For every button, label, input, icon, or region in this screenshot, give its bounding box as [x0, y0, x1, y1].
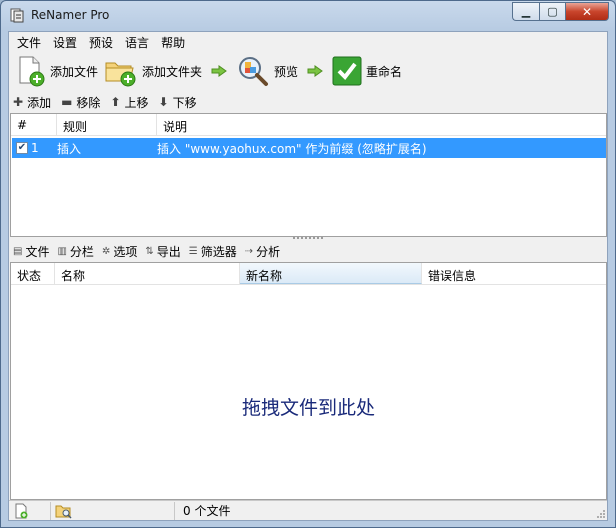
add-folder-icon — [105, 62, 136, 87]
move-down-label: 下移 — [172, 95, 197, 110]
menu-language[interactable]: 语言 — [119, 32, 155, 51]
checkmark-icon — [332, 56, 362, 86]
export-menu-label: 导出 — [156, 244, 181, 259]
app-icon — [10, 8, 24, 23]
column-header-name[interactable]: 名称 — [55, 263, 240, 284]
preview-label: 预览 — [274, 64, 299, 79]
files-menu-label: 文件 — [25, 244, 50, 259]
status-bar: 0 个文件 — [9, 500, 607, 520]
column-header-index[interactable]: # — [11, 114, 57, 135]
rules-list[interactable]: # 规则 说明 ✔ 1 插入 插入 "www.yaohux.com" 作为前缀 … — [10, 113, 607, 237]
files-menu-icon: ▤ — [13, 245, 23, 257]
rule-checkbox[interactable]: ✔ — [16, 142, 28, 154]
options-menu-button[interactable]: ✲ 选项 — [102, 243, 137, 260]
remove-rule-button[interactable]: ▬ 移除 — [61, 94, 100, 111]
export-icon: ⇅ — [145, 245, 154, 257]
menu-presets[interactable]: 预设 — [83, 32, 119, 51]
main-toolbar: 添加文件 添加文件夹 预览 重命名 — [9, 51, 607, 91]
files-list[interactable]: 状态 名称 新名称 错误信息 拖拽文件到此处 — [10, 262, 607, 500]
files-header: 状态 名称 新名称 错误信息 — [11, 263, 606, 285]
move-up-label: 上移 — [124, 95, 149, 110]
arrow-down-icon: ⬇ — [158, 95, 169, 109]
main-client: 文件 设置 预设 语言 帮助 添加文件 添加文件夹 预览 重命名 ✚ 添加 ▬ … — [8, 31, 608, 521]
rename-label: 重命名 — [366, 64, 403, 79]
add-files-label: 添加文件 — [50, 64, 99, 79]
columns-menu-label: 分栏 — [69, 244, 94, 259]
add-rule-label: 添加 — [27, 95, 52, 110]
rename-button[interactable]: 重命名 — [329, 54, 405, 88]
filter-menu-label: 筛选器 — [200, 244, 237, 259]
add-file-small-icon — [15, 503, 28, 518]
menu-settings[interactable]: 设置 — [47, 32, 83, 51]
minimize-icon: ▁ — [521, 5, 531, 18]
title-bar[interactable]: ReNamer Pro ▁ ▢ ✕ — [1, 1, 615, 31]
close-icon: ✕ — [581, 4, 593, 19]
add-file-icon — [19, 56, 45, 87]
file-count-status: 0 个文件 — [183, 504, 231, 518]
add-folders-label: 添加文件夹 — [142, 64, 203, 79]
column-header-description[interactable]: 说明 — [157, 114, 604, 135]
arrow-up-icon: ⬆ — [110, 95, 121, 109]
add-rule-button[interactable]: ✚ 添加 — [13, 94, 51, 111]
menu-bar: 文件 设置 预设 语言 帮助 — [9, 32, 607, 51]
check-icon: ✔ — [17, 142, 27, 153]
options-menu-label: 选项 — [113, 244, 138, 259]
arrow-right-icon — [211, 65, 227, 77]
column-header-error[interactable]: 错误信息 — [422, 263, 606, 284]
drop-files-hint: 拖拽文件到此处 — [241, 397, 375, 419]
rule-name: 插入 — [57, 141, 82, 156]
maximize-button[interactable]: ▢ — [539, 2, 565, 21]
analyze-menu-label: 分析 — [256, 244, 281, 259]
rules-header: # 规则 说明 — [11, 114, 606, 136]
menu-file[interactable]: 文件 — [11, 32, 47, 51]
analyze-icon: ⇢ — [244, 245, 254, 257]
rule-description: 插入 "www.yaohux.com" 作为前缀 (忽略扩展名) — [157, 141, 427, 156]
menu-help[interactable]: 帮助 — [155, 32, 191, 51]
files-toolbar: ▤ 文件 ▥ 分栏 ✲ 选项 ⇅ 导出 ☰ 筛选器 ⇢ 分析 — [9, 240, 607, 262]
move-down-button[interactable]: ⬇ 下移 — [159, 94, 197, 111]
options-icon: ✲ — [101, 245, 111, 257]
close-button[interactable]: ✕ — [565, 2, 609, 21]
minimize-button[interactable]: ▁ — [512, 2, 539, 21]
add-files-button[interactable]: 添加文件 — [13, 54, 101, 88]
column-header-state[interactable]: 状态 — [11, 263, 55, 284]
maximize-icon: ▢ — [547, 5, 558, 18]
column-header-new-name[interactable]: 新名称 — [240, 263, 422, 284]
rule-row[interactable]: ✔ 1 插入 插入 "www.yaohux.com" 作为前缀 (忽略扩展名) — [12, 138, 606, 158]
app-window: ReNamer Pro ▁ ▢ ✕ 文件 设置 预设 语言 帮助 添加文件 添加… — [0, 0, 616, 528]
minus-icon: ▬ — [61, 95, 73, 109]
window-title: ReNamer Pro — [31, 8, 110, 22]
columns-icon: ▥ — [57, 245, 67, 257]
resize-grip-icon[interactable] — [596, 509, 606, 519]
analyze-menu-button[interactable]: ⇢ 分析 — [245, 243, 280, 260]
column-header-rule[interactable]: 规则 — [57, 114, 157, 135]
status-add-file-button[interactable] — [9, 501, 51, 520]
filter-icon: ☰ — [188, 245, 198, 257]
rules-toolbar: ✚ 添加 ▬ 移除 ⬆ 上移 ⬇ 下移 — [9, 92, 607, 112]
move-up-button[interactable]: ⬆ 上移 — [110, 94, 148, 111]
add-folders-button[interactable]: 添加文件夹 — [101, 54, 205, 88]
export-menu-button[interactable]: ⇅ 导出 — [145, 243, 180, 260]
filter-menu-button[interactable]: ☰ 筛选器 — [189, 243, 237, 260]
rule-index: 1 — [31, 141, 39, 155]
columns-menu-button[interactable]: ▥ 分栏 — [57, 243, 93, 260]
files-menu-button[interactable]: ▤ 文件 — [13, 243, 49, 260]
folder-search-icon — [55, 505, 72, 519]
plus-icon: ✚ — [13, 95, 24, 109]
magnifier-icon — [239, 57, 269, 86]
status-search-folder-button[interactable] — [51, 501, 175, 520]
arrow-right-icon — [307, 65, 323, 77]
preview-button[interactable]: 预览 — [233, 54, 301, 88]
remove-rule-label: 移除 — [76, 95, 101, 110]
